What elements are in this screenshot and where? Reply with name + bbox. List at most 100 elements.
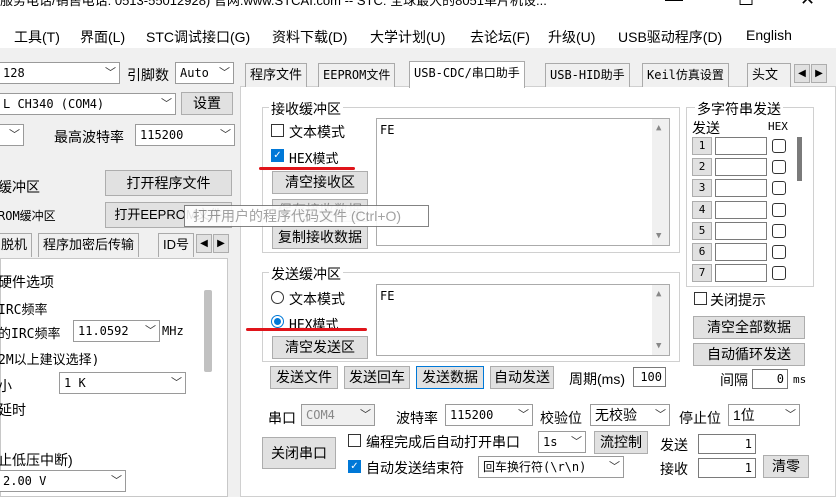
multi-send-row-button[interactable]: 7: [692, 264, 712, 283]
multi-send-row-button[interactable]: 6: [692, 243, 712, 261]
menu-forum[interactable]: 去论坛(F): [470, 27, 530, 47]
multi-send-row-button[interactable]: 5: [692, 221, 712, 240]
mcu-type-select[interactable]: 128 ﹀: [0, 62, 120, 84]
send-enter-button[interactable]: 发送回车: [344, 366, 410, 389]
parity-select[interactable]: 无校验 ﹀: [590, 404, 670, 426]
tab-offline[interactable]: 脱机: [0, 233, 33, 257]
multi-send-input[interactable]: [715, 200, 767, 219]
menu-university[interactable]: 大学计划(U): [370, 27, 445, 47]
menu-downloads[interactable]: 资料下载(D): [272, 27, 347, 47]
chevron-down-icon: ﹀: [171, 376, 182, 389]
multi-send-input[interactable]: [715, 179, 767, 198]
title-bar: 服务电话/销售电话: 0513-55012928) 官网:www.STCAI.c…: [0, 0, 836, 22]
minimize-icon[interactable]: —: [665, 0, 683, 8]
port-select[interactable]: L CH340 (COM4) ﹀: [0, 93, 176, 115]
auto-open-delay-select[interactable]: 1s ﹀: [538, 431, 586, 453]
tab-id[interactable]: ID号: [158, 233, 194, 257]
receive-scrollbar[interactable]: ▲ ▼: [652, 119, 669, 245]
period-input[interactable]: 100: [633, 367, 666, 387]
multi-hex-checkbox[interactable]: [772, 202, 786, 217]
left-scrollbar-thumb[interactable]: [204, 290, 212, 372]
multi-hex-checkbox[interactable]: [772, 181, 786, 196]
flow-control-button[interactable]: 流控制: [594, 431, 648, 454]
auto-end-checkbox[interactable]: ✓: [348, 460, 361, 473]
multi-send-row-button[interactable]: 1: [692, 137, 712, 155]
tab-encrypted-transfer[interactable]: 程序加密后传输: [38, 233, 140, 257]
scroll-down-icon[interactable]: ▼: [656, 231, 661, 241]
settings-button[interactable]: 设置: [181, 92, 233, 115]
tab-left-arrow-icon[interactable]: ◀: [196, 234, 212, 253]
multi-send-row-button[interactable]: 4: [692, 200, 712, 219]
scan-select[interactable]: ﹀: [0, 124, 24, 146]
open-program-button[interactable]: 打开程序文件: [105, 170, 232, 196]
hex-mode-highlight-underline: [246, 328, 367, 331]
close-icon[interactable]: ✕: [800, 0, 815, 8]
end-char-select[interactable]: 回车换行符(\r\n) ﹀: [478, 456, 624, 478]
scroll-down-icon[interactable]: ▼: [656, 341, 661, 351]
menu-english[interactable]: English: [746, 27, 792, 43]
multi-send-input[interactable]: [715, 158, 767, 177]
multi-send-input[interactable]: [715, 264, 767, 283]
menu-upgrade[interactable]: 升级(U): [548, 27, 595, 47]
multi-send-input[interactable]: [715, 243, 767, 261]
send-scrollbar[interactable]: ▲ ▼: [652, 285, 669, 355]
clear-count-button[interactable]: 清零: [763, 455, 809, 478]
menu-debug-interface[interactable]: STC调试接口(G): [146, 27, 250, 47]
main-tab-left-arrow-icon[interactable]: ◀: [794, 64, 810, 83]
serial-port-select[interactable]: COM4 ﹀: [301, 404, 375, 426]
scroll-up-icon[interactable]: ▲: [656, 289, 661, 299]
auto-send-button[interactable]: 自动发送: [490, 366, 554, 389]
scroll-up-icon[interactable]: ▲: [656, 123, 661, 133]
maximize-icon[interactable]: ☐: [738, 0, 754, 8]
menu-tools[interactable]: 工具(T): [14, 27, 60, 47]
tab-usb-hid[interactable]: USB-HID助手: [545, 63, 630, 87]
clear-send-button[interactable]: 清空发送区: [272, 336, 368, 359]
multi-send-row-button[interactable]: 3: [692, 179, 712, 198]
pin-count-select[interactable]: Auto ﹀: [175, 62, 234, 84]
send-textarea[interactable]: FE ▲ ▼: [376, 284, 670, 356]
close-port-button[interactable]: 关闭串口: [262, 437, 336, 469]
multi-hex-checkbox[interactable]: [772, 266, 786, 281]
tab-header-file[interactable]: 头文: [747, 63, 791, 87]
multi-send-row-button[interactable]: 2: [692, 158, 712, 177]
copy-receive-button[interactable]: 复制接收数据: [272, 226, 368, 249]
multi-send-input[interactable]: [715, 137, 767, 155]
menu-interface[interactable]: 界面(L): [80, 27, 125, 47]
multi-scrollbar-thumb[interactable]: [797, 137, 802, 181]
voltage-select[interactable]: 2.00 V ﹀: [0, 470, 126, 492]
receive-text-mode-checkbox[interactable]: [271, 124, 284, 137]
multi-send-input[interactable]: [715, 221, 767, 240]
stop-bits-select[interactable]: 1位 ﹀: [728, 404, 800, 426]
menu-usb-driver[interactable]: USB驱动程序(D): [618, 27, 722, 47]
size-select[interactable]: 1 K ﹀: [59, 372, 186, 394]
send-text-mode-radio[interactable]: [271, 291, 284, 304]
multi-hex-checkbox[interactable]: [772, 223, 786, 238]
serial-port-value: COM4: [306, 408, 335, 422]
send-hex-mode-radio[interactable]: [271, 315, 284, 328]
tab-keil-sim[interactable]: Keil仿真设置: [642, 63, 729, 87]
interval-input[interactable]: 0: [752, 369, 788, 389]
irc-freq-select[interactable]: 11.0592 ﹀: [73, 320, 160, 342]
receive-hex-mode-checkbox[interactable]: ✓: [271, 149, 284, 162]
multi-hex-checkbox[interactable]: [772, 160, 786, 175]
multi-hex-checkbox[interactable]: [772, 139, 786, 153]
max-baud-select[interactable]: 115200 ﹀: [135, 124, 235, 146]
tab-right-arrow-icon[interactable]: ▶: [213, 234, 229, 253]
clear-all-button[interactable]: 清空全部数据: [693, 316, 805, 339]
auto-loop-button[interactable]: 自动循环发送: [693, 343, 805, 366]
multi-hex-checkbox[interactable]: [772, 245, 786, 259]
auto-open-checkbox[interactable]: [348, 434, 361, 447]
send-text-mode-label: 文本模式: [289, 291, 345, 307]
send-data-button[interactable]: 发送数据: [416, 366, 484, 389]
send-file-button[interactable]: 发送文件: [270, 366, 338, 389]
parity-label: 校验位: [540, 410, 582, 426]
tab-program-file[interactable]: 程序文件: [245, 63, 308, 87]
close-hint-checkbox[interactable]: [694, 292, 707, 305]
clear-receive-button[interactable]: 清空接收区: [272, 171, 368, 194]
tab-usb-cdc[interactable]: USB-CDC/串口助手: [409, 61, 525, 88]
stop-bits-value: 1位: [733, 407, 755, 423]
main-tab-right-arrow-icon[interactable]: ▶: [811, 64, 827, 83]
baud-select[interactable]: 115200 ﹀: [445, 404, 533, 426]
chevron-down-icon: ﹀: [161, 97, 172, 110]
tab-eeprom-file[interactable]: EEPROM文件: [318, 63, 396, 87]
